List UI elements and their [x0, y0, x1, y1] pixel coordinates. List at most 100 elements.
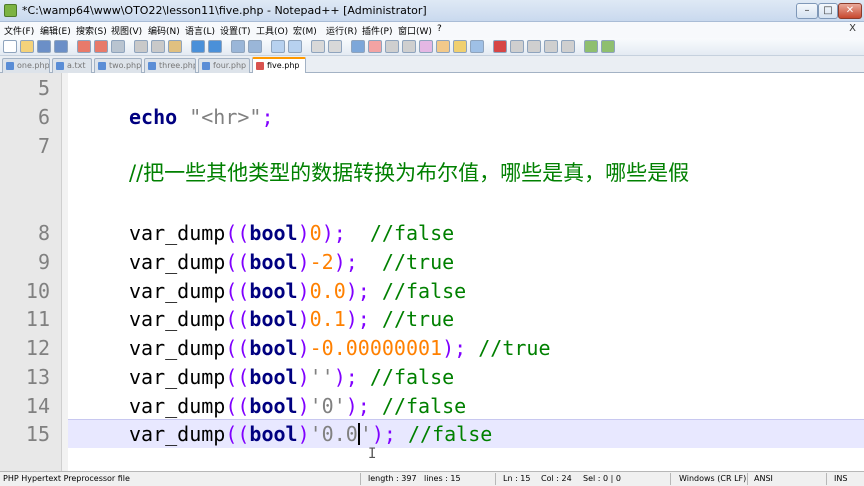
paste-icon[interactable]	[168, 40, 182, 53]
tab-four-php[interactable]: four.php	[198, 58, 250, 73]
function-list-icon[interactable]	[436, 40, 450, 53]
new-icon[interactable]	[3, 40, 17, 53]
replace-icon[interactable]	[248, 40, 262, 53]
menu-run[interactable]: 运行(R)	[326, 24, 357, 37]
line-number: 6	[37, 105, 50, 129]
close-all-icon[interactable]	[94, 40, 108, 53]
line-number: 15	[25, 422, 50, 446]
status-separator	[826, 473, 827, 485]
menu-file[interactable]: 文件(F)	[4, 24, 34, 37]
toolbar	[0, 38, 864, 56]
code-line-14: var_dump((bool)'0'); //false	[129, 394, 467, 418]
code-line-6: echo "<hr>";	[129, 105, 274, 129]
check-icon[interactable]	[601, 40, 615, 53]
spell-icon[interactable]	[584, 40, 598, 53]
play-multi-icon[interactable]	[544, 40, 558, 53]
menu-settings[interactable]: 设置(T)	[220, 24, 251, 37]
file-icon	[6, 62, 14, 70]
menu-window[interactable]: 窗口(W)	[398, 24, 432, 37]
status-bar: PHP Hypertext Preprocessor file length :…	[0, 471, 864, 486]
menu-edit[interactable]: 编辑(E)	[40, 24, 71, 37]
udl-icon[interactable]	[402, 40, 416, 53]
redo-icon[interactable]	[208, 40, 222, 53]
close-icon[interactable]	[77, 40, 91, 53]
record-icon[interactable]	[493, 40, 507, 53]
status-sel: Sel : 0 | 0	[583, 474, 621, 483]
ibeam-cursor-icon: I	[368, 446, 377, 462]
status-encoding: ANSI	[754, 474, 773, 483]
file-icon	[56, 62, 64, 70]
file-icon	[148, 62, 156, 70]
copy-icon[interactable]	[151, 40, 165, 53]
status-separator	[495, 473, 496, 485]
line-number: 11	[25, 307, 50, 331]
indent-guide-icon[interactable]	[385, 40, 399, 53]
file-icon	[98, 62, 106, 70]
folder-icon[interactable]	[453, 40, 467, 53]
file-modified-icon	[256, 62, 264, 70]
menu-tools[interactable]: 工具(O)	[256, 24, 288, 37]
play-icon[interactable]	[527, 40, 541, 53]
code-line-11: var_dump((bool)0.1); //true	[129, 307, 455, 331]
sync-h-icon[interactable]	[328, 40, 342, 53]
all-chars-icon[interactable]	[368, 40, 382, 53]
status-separator	[670, 473, 671, 485]
code-editor[interactable]: 5 6 7 8 9 10 11 12 13 14 15 echo "<hr>";…	[0, 73, 864, 471]
save-macro-icon[interactable]	[561, 40, 575, 53]
line-number: 12	[25, 336, 50, 360]
code-line-12: var_dump((bool)-0.00000001); //true	[129, 336, 551, 360]
find-icon[interactable]	[231, 40, 245, 53]
save-all-icon[interactable]	[54, 40, 68, 53]
save-icon[interactable]	[37, 40, 51, 53]
stop-icon[interactable]	[510, 40, 524, 53]
window-title: *C:\wamp64\www\OTO22\lesson11\five.php -…	[22, 4, 427, 17]
print-icon[interactable]	[111, 40, 125, 53]
wrap-icon[interactable]	[351, 40, 365, 53]
line-number: 10	[25, 279, 50, 303]
status-separator	[360, 473, 361, 485]
tab-bar: one.php a.txt two.php three.php four.php…	[0, 56, 864, 73]
menu-language[interactable]: 语言(L)	[185, 24, 215, 37]
zoom-out-icon[interactable]	[288, 40, 302, 53]
close-document-icon[interactable]: X	[849, 23, 856, 34]
menu-bar: 文件(F) 编辑(E) 搜索(S) 视图(V) 编码(N) 语言(L) 设置(T…	[0, 22, 864, 38]
tab-two-php[interactable]: two.php	[94, 58, 142, 73]
monitor-icon[interactable]	[470, 40, 484, 53]
chinese-comment-line: //把一些其他类型的数据转换为布尔值，哪些是真，哪些是假	[129, 161, 690, 185]
status-ln: Ln : 15	[503, 474, 531, 483]
code-line-9: var_dump((bool)-2); //true	[129, 250, 455, 274]
status-ins: INS	[834, 474, 848, 483]
zoom-in-icon[interactable]	[271, 40, 285, 53]
sync-v-icon[interactable]	[311, 40, 325, 53]
code-line-8: var_dump((bool)0); //false	[129, 221, 455, 245]
title-bar: *C:\wamp64\www\OTO22\lesson11\five.php -…	[0, 0, 864, 22]
status-col: Col : 24	[541, 474, 572, 483]
menu-encoding[interactable]: 编码(N)	[148, 24, 180, 37]
tab-one-php[interactable]: one.php	[2, 58, 50, 73]
status-eol: Windows (CR LF)	[679, 474, 747, 483]
tab-five-php[interactable]: five.php	[252, 57, 306, 73]
fold-margin	[62, 73, 68, 471]
maximize-button[interactable]: □	[818, 3, 838, 19]
notepadpp-app-icon	[4, 4, 17, 17]
undo-icon[interactable]	[191, 40, 205, 53]
line-number: 9	[37, 250, 50, 274]
doc-map-icon[interactable]	[419, 40, 433, 53]
file-icon	[202, 62, 210, 70]
menu-help[interactable]: ?	[437, 24, 442, 34]
menu-view[interactable]: 视图(V)	[111, 24, 142, 37]
tab-a-txt[interactable]: a.txt	[52, 58, 92, 73]
code-line-10: var_dump((bool)0.0); //false	[129, 279, 467, 303]
close-window-button[interactable]: ✕	[838, 3, 862, 19]
minimize-button[interactable]: –	[796, 3, 818, 19]
open-icon[interactable]	[20, 40, 34, 53]
status-separator	[747, 473, 748, 485]
code-line-13: var_dump((bool)''); //false	[129, 365, 455, 389]
menu-search[interactable]: 搜索(S)	[76, 24, 107, 37]
code-line-15: var_dump((bool)'0.0 '); //false	[129, 422, 493, 446]
menu-plugins[interactable]: 插件(P)	[362, 24, 392, 37]
line-number: 14	[25, 394, 50, 418]
cut-icon[interactable]	[134, 40, 148, 53]
tab-three-php[interactable]: three.php	[144, 58, 196, 73]
menu-macro[interactable]: 宏(M)	[293, 24, 317, 37]
